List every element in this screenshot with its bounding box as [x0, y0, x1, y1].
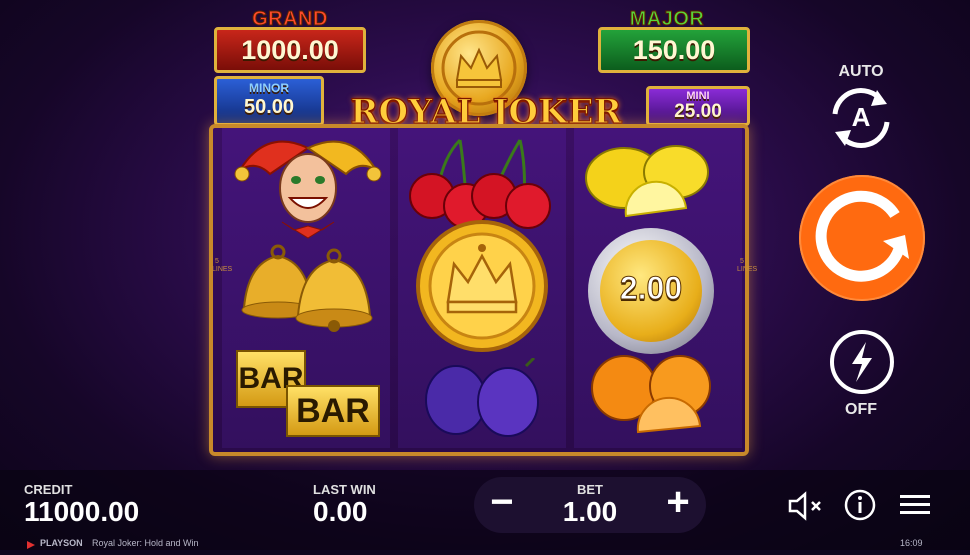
coin-value: 2.00 — [619, 270, 683, 307]
crown-coin-symbol-icon — [410, 218, 554, 359]
bar-symbol-bottom: BAR — [286, 385, 380, 437]
turbo-button[interactable] — [830, 330, 894, 394]
bet-decrease-button[interactable]: − — [480, 480, 524, 528]
info-button[interactable] — [843, 488, 877, 522]
joker-symbol-icon — [226, 130, 390, 245]
bet-increase-button[interactable]: + — [656, 480, 700, 528]
speaker-muted-icon — [788, 491, 821, 521]
lines-indicator-left: 5 LINES — [212, 258, 232, 273]
credit-label: CREDIT — [24, 482, 73, 497]
sound-button[interactable] — [786, 490, 826, 522]
last-win-label: LAST WIN — [313, 482, 376, 497]
lightning-icon — [852, 342, 872, 382]
credit-value: 11000.00 — [24, 496, 140, 527]
bet-label: BET — [577, 482, 603, 497]
grand-jackpot-value: 1000.00 — [214, 27, 366, 73]
info-icon — [844, 489, 876, 521]
oranges-symbol-icon — [588, 352, 714, 441]
game-title-footer: Royal Joker: Hold and Win — [92, 538, 199, 548]
lemons-symbol-icon — [584, 144, 714, 229]
silver-coin-symbol: 2.00 — [588, 228, 714, 354]
auto-label: AUTO — [838, 63, 884, 80]
autoplay-button[interactable]: A — [823, 84, 899, 152]
minor-jackpot: MINOR 50.00 — [214, 76, 324, 126]
lines-indicator-right: 5 LINES — [737, 258, 757, 273]
playson-logo-icon — [26, 537, 36, 549]
spin-icon — [815, 190, 909, 282]
menu-button[interactable] — [898, 490, 932, 520]
mini-jackpot-value: 25.00 — [674, 101, 722, 122]
minor-jackpot-value: 50.00 — [243, 96, 295, 118]
mini-jackpot: MINI 25.00 — [646, 86, 750, 126]
major-jackpot-value: 150.00 — [598, 27, 750, 73]
minor-jackpot-title: MINOR — [249, 81, 289, 95]
autoplay-letter: A — [851, 102, 871, 132]
clock: 16:09 — [900, 538, 923, 548]
spin-button[interactable] — [799, 175, 925, 301]
bells-symbol-icon — [234, 238, 384, 339]
plums-symbol-icon — [416, 356, 546, 443]
bet-value: 1.00 — [562, 496, 618, 527]
brand-name: PLAYSON — [40, 538, 83, 548]
hamburger-menu-icon — [900, 495, 930, 514]
last-win-value: 0.00 — [313, 496, 368, 527]
turbo-off-label: OFF — [845, 401, 877, 418]
